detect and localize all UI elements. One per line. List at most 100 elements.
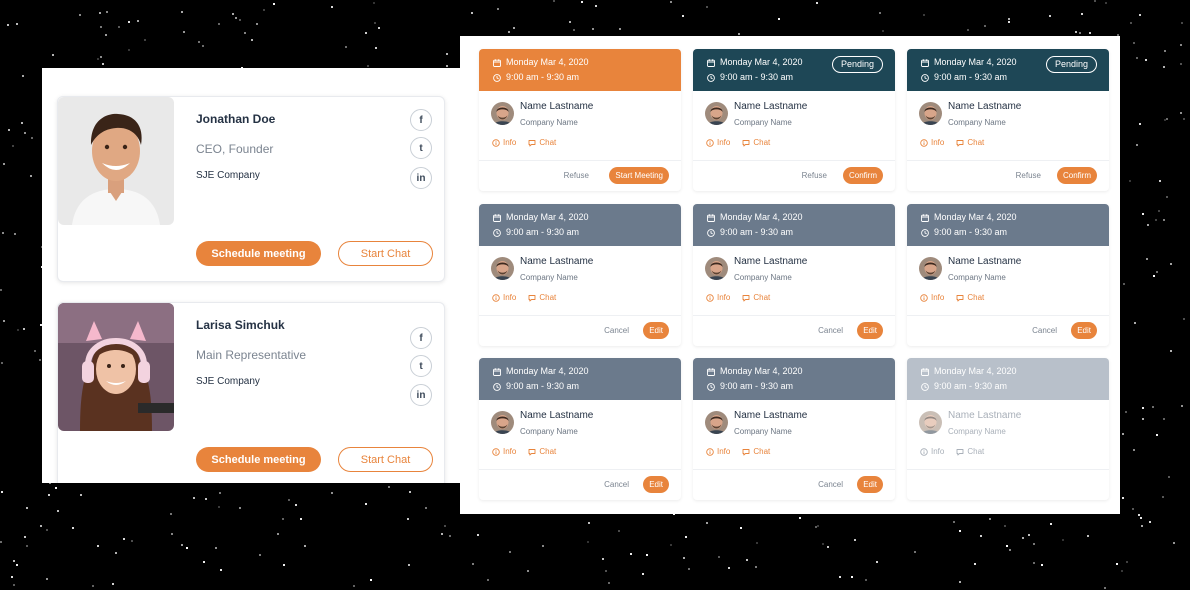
- twitter-icon[interactable]: t: [410, 355, 432, 377]
- cancel-button[interactable]: Cancel: [818, 322, 843, 339]
- edit-button[interactable]: Edit: [1071, 322, 1097, 339]
- start-chat-button[interactable]: Start Chat: [338, 241, 433, 266]
- start-chat-button[interactable]: Start Chat: [338, 447, 433, 472]
- twitter-icon[interactable]: t: [410, 137, 432, 159]
- chat-link[interactable]: Chat: [742, 138, 770, 147]
- meeting-date: Monday Mar 4, 2020: [934, 366, 1017, 376]
- edit-button[interactable]: Edit: [857, 322, 883, 339]
- meeting-time: 9:00 am - 9:30 am: [934, 227, 1008, 237]
- divider: [907, 315, 1109, 316]
- divider: [479, 469, 681, 470]
- meeting-time: 9:00 am - 9:30 am: [720, 72, 794, 82]
- info-link[interactable]: Info: [492, 293, 516, 302]
- attendee-name: Name Lastname: [520, 410, 594, 421]
- schedule-meeting-button[interactable]: Schedule meeting: [196, 241, 321, 266]
- profile-role: CEO, Founder: [196, 142, 274, 156]
- confirm-button[interactable]: Confirm: [842, 167, 883, 184]
- meeting-card: Monday Mar 4, 2020 9:00 am - 9:30 am Name …: [693, 358, 895, 500]
- info-link[interactable]: Info: [706, 447, 730, 456]
- profile-photo: [58, 303, 174, 431]
- contacts-panel: Jonathan Doe CEO, Founder SJE Company f …: [42, 68, 460, 483]
- attendee-name: Name Lastname: [520, 101, 594, 112]
- start-meeting-button[interactable]: Start Meeting: [609, 167, 669, 184]
- meeting-card: Monday Mar 4, 2020 9:00 am - 9:30 am Name …: [907, 204, 1109, 346]
- edit-button[interactable]: Edit: [857, 476, 883, 493]
- info-link[interactable]: Info: [706, 138, 730, 147]
- chat-link[interactable]: Chat: [528, 447, 556, 456]
- chat-icon: [742, 448, 750, 456]
- profile-name: Larisa Simchuk: [196, 318, 285, 332]
- facebook-icon[interactable]: f: [410, 327, 432, 349]
- refuse-button[interactable]: Refuse: [802, 167, 827, 184]
- meeting-time: 9:00 am - 9:30 am: [506, 227, 580, 237]
- attendee-name: Name Lastname: [734, 256, 808, 267]
- meeting-time: 9:00 am - 9:30 am: [934, 381, 1008, 391]
- chat-label: Chat: [753, 138, 771, 147]
- chat-icon: [528, 448, 536, 456]
- chat-link[interactable]: Chat: [528, 138, 556, 147]
- clock-icon: [707, 382, 715, 391]
- cancel-button[interactable]: Cancel: [818, 476, 843, 493]
- refuse-button[interactable]: Refuse: [564, 167, 589, 184]
- chat-link[interactable]: Chat: [742, 447, 770, 456]
- chat-link[interactable]: Chat: [528, 293, 556, 302]
- clock-icon: [707, 228, 715, 237]
- meeting-time: 9:00 am - 9:30 am: [506, 72, 580, 82]
- cancel-button[interactable]: Cancel: [604, 322, 629, 339]
- info-icon: [920, 293, 928, 302]
- calendar-icon: [707, 367, 715, 376]
- clock-icon: [493, 382, 501, 391]
- chat-label: Chat: [539, 447, 557, 456]
- refuse-button[interactable]: Refuse: [1016, 167, 1041, 184]
- info-link[interactable]: Info: [706, 293, 730, 302]
- chat-label: Chat: [967, 138, 985, 147]
- info-link[interactable]: Info: [920, 293, 944, 302]
- divider: [479, 160, 681, 161]
- chat-link[interactable]: Chat: [956, 447, 984, 456]
- attendee-company: Company Name: [734, 427, 792, 436]
- profile-company: SJE Company: [196, 170, 260, 181]
- attendee-name: Name Lastname: [948, 410, 1022, 421]
- calendar-icon: [921, 213, 929, 222]
- meeting-card: Monday Mar 4, 2020 9:00 am - 9:30 am Name …: [479, 358, 681, 500]
- meeting-card: Monday Mar 4, 2020 9:00 am - 9:30 am Name …: [693, 204, 895, 346]
- confirm-button[interactable]: Confirm: [1056, 167, 1097, 184]
- cancel-button[interactable]: Cancel: [1032, 322, 1057, 339]
- linkedin-icon[interactable]: in: [410, 167, 432, 189]
- avatar: [705, 102, 728, 125]
- calendar-icon: [921, 367, 929, 376]
- meeting-header: Monday Mar 4, 2020 9:00 am - 9:30 am: [693, 358, 895, 400]
- avatar: [705, 257, 728, 280]
- edit-button[interactable]: Edit: [643, 476, 669, 493]
- chat-label: Chat: [967, 447, 985, 456]
- chat-link[interactable]: Chat: [956, 293, 984, 302]
- schedule-meeting-button[interactable]: Schedule meeting: [196, 447, 321, 472]
- info-link[interactable]: Info: [492, 447, 516, 456]
- clock-icon: [493, 73, 501, 82]
- attendee-company: Company Name: [948, 273, 1006, 282]
- chat-link[interactable]: Chat: [956, 138, 984, 147]
- linkedin-icon[interactable]: in: [410, 384, 432, 406]
- calendar-icon: [921, 58, 929, 67]
- info-label: Info: [931, 138, 945, 147]
- chat-link[interactable]: Chat: [742, 293, 770, 302]
- meeting-date: Monday Mar 4, 2020: [506, 57, 589, 67]
- info-link[interactable]: Info: [920, 138, 944, 147]
- info-icon: [492, 138, 500, 147]
- info-icon: [492, 293, 500, 302]
- avatar: [491, 411, 514, 434]
- meeting-header: Monday Mar 4, 2020 9:00 am - 9:30 am: [907, 204, 1109, 246]
- meeting-time: 9:00 am - 9:30 am: [720, 227, 794, 237]
- meeting-card: Monday Mar 4, 2020 9:00 am - 9:30 am Pendi…: [907, 49, 1109, 191]
- clock-icon: [921, 228, 929, 237]
- chat-icon: [528, 294, 536, 302]
- info-label: Info: [503, 293, 517, 302]
- edit-button[interactable]: Edit: [643, 322, 669, 339]
- avatar: [919, 257, 942, 280]
- info-link[interactable]: Info: [920, 447, 944, 456]
- meeting-date: Monday Mar 4, 2020: [934, 212, 1017, 222]
- cancel-button[interactable]: Cancel: [604, 476, 629, 493]
- info-link[interactable]: Info: [492, 138, 516, 147]
- chat-label: Chat: [539, 293, 557, 302]
- facebook-icon[interactable]: f: [410, 109, 432, 131]
